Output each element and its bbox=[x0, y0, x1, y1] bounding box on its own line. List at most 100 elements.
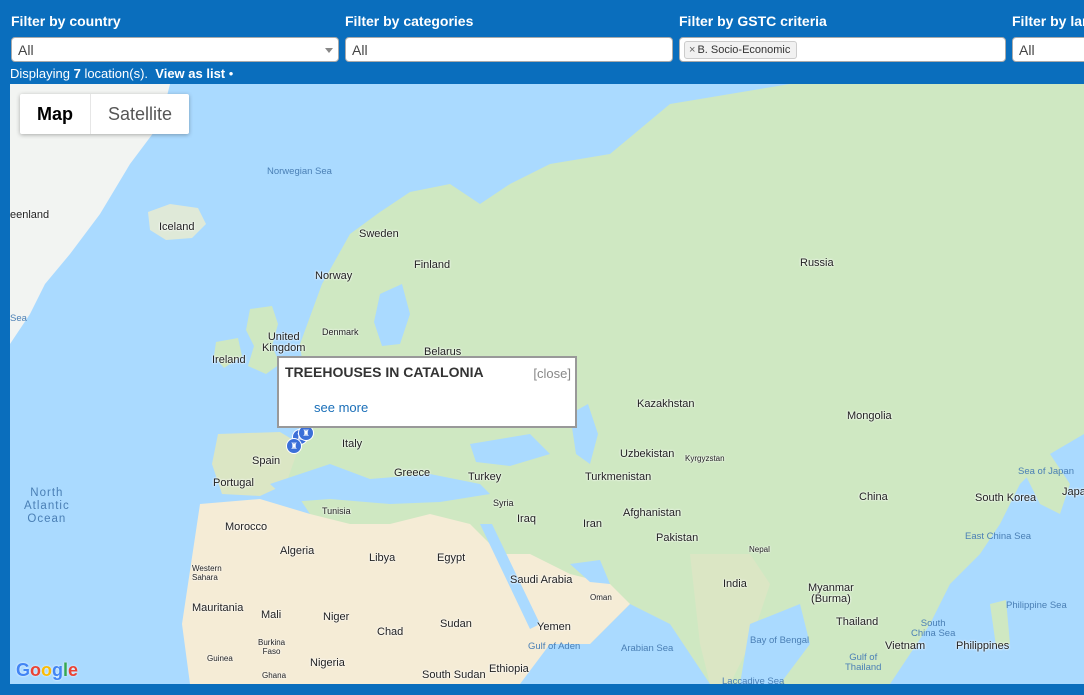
tag-remove-icon[interactable]: × bbox=[689, 44, 695, 56]
label-thailand: Thailand bbox=[836, 616, 879, 628]
filter-gstc-label: Filter by GSTC criteria bbox=[679, 13, 827, 29]
map-type-map-button[interactable]: Map bbox=[20, 94, 91, 134]
label-oman: Oman bbox=[590, 593, 612, 602]
label-spain: Spain bbox=[252, 455, 281, 467]
label-china: China bbox=[859, 491, 888, 503]
label-sweden: Sweden bbox=[359, 228, 399, 240]
label-western-sahara: Western Sahara bbox=[192, 564, 222, 582]
label-mali: Mali bbox=[261, 609, 282, 621]
label-india: India bbox=[723, 578, 747, 590]
see-more-link[interactable]: see more bbox=[314, 400, 368, 415]
label-denmark: Denmark bbox=[322, 327, 359, 337]
label-greenland: eenland bbox=[10, 209, 50, 221]
dropdown-arrow-icon bbox=[325, 48, 333, 53]
filter-bar: Filter by country All Filter by categori… bbox=[0, 0, 1084, 84]
label-mongolia: Mongolia bbox=[847, 410, 892, 422]
view-as-list-link[interactable]: View as list bbox=[155, 66, 225, 81]
label-east-china-sea: East China Sea bbox=[965, 531, 1032, 542]
status-suffix: location(s). bbox=[80, 66, 149, 81]
map-type-satellite-button[interactable]: Satellite bbox=[91, 94, 189, 134]
label-gulf-of-thailand: Gulf of Thailand bbox=[845, 652, 882, 673]
label-turkmenistan: Turkmenistan bbox=[585, 471, 652, 483]
google-logo-letter: o bbox=[30, 660, 42, 680]
label-laccadive-sea: Laccadive Sea bbox=[722, 676, 785, 684]
results-status: Displaying 7 location(s). View as list • bbox=[10, 66, 233, 81]
gstc-tag-label: B. Socio-Economic bbox=[697, 44, 791, 56]
label-saudi-arabia: Saudi Arabia bbox=[510, 574, 573, 586]
google-logo: Google bbox=[16, 660, 78, 681]
label-united-kingdom: United Kingdom bbox=[262, 331, 306, 354]
label-guinea: Guinea bbox=[207, 654, 233, 663]
location-marker-icon[interactable]: ♜ bbox=[286, 438, 302, 454]
label-bay-of-bengal: Bay of Bengal bbox=[750, 635, 810, 646]
label-sea-of-japan: Sea of Japan bbox=[1018, 466, 1074, 477]
status-bullet: • bbox=[228, 66, 234, 81]
label-yemen: Yemen bbox=[537, 621, 571, 633]
country-select-value: All bbox=[18, 42, 34, 58]
location-popup: TREEHOUSES IN CATALONIA [close] see more bbox=[277, 356, 577, 428]
label-iran: Iran bbox=[583, 518, 602, 530]
label-south-sudan: South Sudan bbox=[422, 669, 486, 681]
label-norway: Norway bbox=[315, 270, 353, 282]
categories-input-value: All bbox=[352, 42, 368, 58]
label-kyrgyzstan: Kyrgyzstan bbox=[685, 454, 725, 463]
label-finland: Finland bbox=[414, 259, 451, 271]
label-burkina-faso: Burkina Faso bbox=[258, 638, 286, 656]
label-pakistan: Pakistan bbox=[656, 532, 699, 544]
google-logo-letter: e bbox=[68, 660, 79, 680]
map-canvas[interactable]: Map Satellite Norwegian Sea eenland Icel… bbox=[10, 84, 1084, 684]
google-logo-letter: G bbox=[16, 660, 31, 680]
language-select[interactable]: All bbox=[1012, 37, 1084, 62]
google-logo-letter: o bbox=[41, 660, 53, 680]
label-gulf-of-aden: Gulf of Aden bbox=[528, 641, 581, 652]
label-mauritania: Mauritania bbox=[192, 602, 244, 614]
label-turkey: Turkey bbox=[468, 471, 502, 483]
label-south-china-sea: South China Sea bbox=[911, 618, 956, 639]
label-vietnam: Vietnam bbox=[885, 640, 926, 652]
label-nepal: Nepal bbox=[749, 545, 770, 554]
label-uzbekistan: Uzbekistan bbox=[620, 448, 675, 460]
label-italy: Italy bbox=[342, 438, 363, 450]
label-japan: Japa bbox=[1062, 486, 1084, 498]
gstc-tag: × B. Socio-Economic bbox=[684, 41, 798, 59]
label-iceland: Iceland bbox=[159, 221, 195, 233]
map-type-control: Map Satellite bbox=[20, 94, 190, 134]
label-sea-left: Sea bbox=[10, 313, 27, 324]
label-norwegian-sea: Norwegian Sea bbox=[267, 166, 332, 177]
label-algeria: Algeria bbox=[280, 545, 315, 557]
status-prefix: Displaying bbox=[10, 66, 74, 81]
label-myanmar: Myanmar (Burma) bbox=[808, 582, 854, 605]
label-afghanistan: Afghanistan bbox=[623, 507, 682, 519]
label-nigeria: Nigeria bbox=[310, 657, 345, 669]
language-select-value: All bbox=[1019, 42, 1035, 58]
label-russia: Russia bbox=[800, 257, 834, 269]
label-niger: Niger bbox=[323, 611, 350, 623]
label-philippine-sea: Philippine Sea bbox=[1006, 600, 1067, 611]
gstc-input[interactable]: × B. Socio-Economic bbox=[679, 37, 1006, 62]
popup-close-button[interactable]: [close] bbox=[533, 366, 571, 381]
categories-input[interactable]: All bbox=[345, 37, 673, 62]
label-libya: Libya bbox=[369, 552, 396, 564]
filter-language-label: Filter by lan bbox=[1012, 13, 1084, 29]
label-arabian-sea: Arabian Sea bbox=[621, 643, 674, 654]
label-portugal: Portugal bbox=[213, 477, 254, 489]
label-ghana: Ghana bbox=[262, 671, 287, 680]
label-philippines: Philippines bbox=[956, 640, 1010, 652]
label-north-atlantic-ocean: North Atlantic Ocean bbox=[24, 487, 70, 525]
label-morocco: Morocco bbox=[225, 521, 268, 533]
label-tunisia: Tunisia bbox=[322, 506, 351, 516]
label-sudan: Sudan bbox=[440, 618, 472, 630]
google-logo-letter: g bbox=[52, 660, 64, 680]
label-ireland: Ireland bbox=[212, 354, 246, 366]
label-chad: Chad bbox=[377, 626, 404, 638]
status-count: 7 bbox=[73, 66, 81, 81]
filter-categories-label: Filter by categories bbox=[345, 13, 474, 29]
label-egypt: Egypt bbox=[437, 552, 466, 564]
popup-title: TREEHOUSES IN CATALONIA bbox=[285, 364, 484, 380]
label-greece: Greece bbox=[394, 467, 431, 479]
label-ethiopia: Ethiopia bbox=[489, 663, 529, 675]
label-iraq: Iraq bbox=[517, 513, 536, 525]
label-syria: Syria bbox=[493, 498, 514, 508]
label-south-korea: South Korea bbox=[975, 492, 1037, 504]
country-select[interactable]: All bbox=[11, 37, 339, 62]
